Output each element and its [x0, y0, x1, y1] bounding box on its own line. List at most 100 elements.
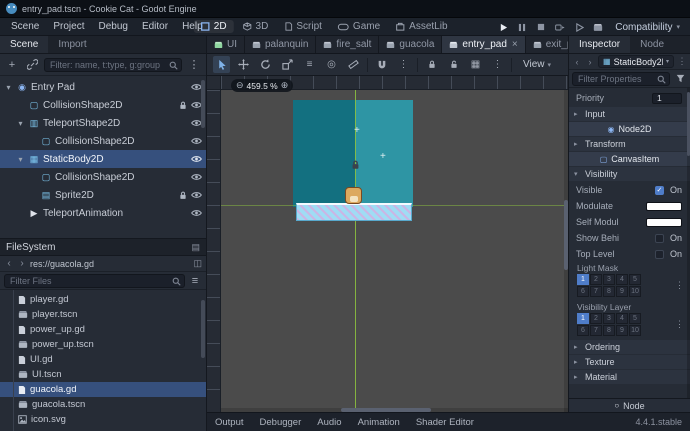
visibility-layer-bit[interactable]: 10 [629, 325, 641, 336]
file-row[interactable]: icon.svg [0, 412, 206, 427]
play-button[interactable] [495, 20, 511, 34]
select-tool-button[interactable] [213, 56, 230, 73]
tree-row-static-body-selected[interactable]: ▾ ▦ StaticBody2D [0, 150, 206, 168]
visibility-layer-bit[interactable]: 6 [577, 325, 589, 336]
skeleton-options-menu[interactable]: ⋮ [489, 56, 506, 73]
movie-maker-button[interactable] [590, 20, 606, 34]
visibility-layer-bit[interactable]: 7 [590, 325, 602, 336]
tree-row-collision-shape[interactable]: ▢ CollisionShape2D [0, 96, 206, 114]
inspector-back-button[interactable]: ‹ [572, 57, 582, 67]
expander-icon[interactable]: ▾ [16, 155, 25, 164]
bottom-tab-audio[interactable]: Audio [309, 413, 349, 431]
file-row[interactable]: player.gd [0, 292, 206, 307]
inspector-options-menu[interactable]: ⋮ [677, 56, 687, 67]
inspector-forward-button[interactable]: › [585, 57, 595, 67]
rotate-tool-button[interactable] [257, 56, 274, 73]
light-mask-bit[interactable]: 7 [590, 286, 602, 297]
menu-debug[interactable]: Debug [91, 18, 134, 36]
file-row[interactable]: player.tscn [0, 307, 206, 322]
bottom-tab-animation[interactable]: Animation [350, 413, 408, 431]
visibility-layer-bit[interactable]: 4 [616, 313, 628, 324]
scene-tab-guacola[interactable]: guacola [379, 36, 442, 53]
node-bottom-button[interactable]: ○ Node [569, 398, 690, 412]
smart-snap-button[interactable] [373, 56, 390, 73]
section-texture[interactable]: ▸ Texture [569, 355, 690, 369]
visibility-toggle[interactable] [191, 155, 202, 163]
section-transform[interactable]: ▸ Transform [569, 137, 690, 151]
history-forward-button[interactable]: › [17, 258, 27, 269]
visibility-layer-bit[interactable]: 2 [590, 313, 602, 324]
visibility-layer-bit[interactable]: 8 [603, 325, 615, 336]
lock-toggle[interactable] [179, 101, 187, 110]
edited-node-dropdown[interactable]: ▦ StaticBody2D ▾ [598, 55, 674, 68]
bottom-tab-debugger[interactable]: Debugger [252, 413, 310, 431]
self-modulate-color-swatch[interactable] [646, 218, 682, 227]
file-filter-input[interactable] [4, 274, 185, 288]
menu-project[interactable]: Project [46, 18, 91, 36]
current-path[interactable]: res://guacola.gd [30, 259, 190, 269]
menu-scene[interactable]: Scene [4, 18, 46, 36]
light-mask-bit[interactable]: 8 [603, 286, 615, 297]
tab-inspector[interactable]: Inspector [569, 36, 630, 53]
expander-icon[interactable]: ▾ [16, 119, 25, 128]
scene-tab-fire-salt[interactable]: fire_salt [316, 36, 379, 53]
view-menu[interactable]: View ▾ [517, 58, 557, 71]
visibility-toggle[interactable] [191, 173, 202, 181]
modulate-color-swatch[interactable] [646, 202, 682, 211]
tab-scene[interactable]: Scene [0, 36, 48, 53]
visibility-layer-bit[interactable]: 5 [629, 313, 641, 324]
light-mask-options-menu[interactable]: ⋮ [675, 280, 684, 291]
lock-node-button[interactable] [423, 56, 440, 73]
pivot-tool-button[interactable]: ◎ [323, 56, 340, 73]
visibility-layer-bit[interactable]: 3 [603, 313, 615, 324]
move-tool-button[interactable] [235, 56, 252, 73]
tree-row-teleport-shape[interactable]: ▾ ▥ TeleportShape2D [0, 114, 206, 132]
section-input[interactable]: ▸ Input [569, 107, 690, 121]
menu-editor[interactable]: Editor [135, 18, 175, 36]
light-mask-bit[interactable]: 1 [577, 274, 589, 285]
lock-toggle[interactable] [179, 191, 187, 200]
play-custom-scene-button[interactable] [571, 20, 587, 34]
visibility-toggle[interactable] [191, 191, 202, 199]
file-list-scrollbar[interactable] [201, 300, 205, 358]
file-row[interactable]: UI.tscn [0, 367, 206, 382]
file-row[interactable]: UI.gd [0, 352, 206, 367]
bottom-tab-output[interactable]: Output [207, 413, 252, 431]
visibility-layer-bit[interactable]: 9 [616, 325, 628, 336]
workspace-assetlib-button[interactable]: AssetLib [389, 20, 454, 33]
tree-row-collision-shape[interactable]: ▢ CollisionShape2D [0, 132, 206, 150]
history-back-button[interactable]: ‹ [4, 258, 14, 269]
tree-row-teleport-animation[interactable]: ▶ TeleportAnimation [0, 204, 206, 222]
light-mask-bit[interactable]: 5 [629, 274, 641, 285]
tree-row-collision-shape[interactable]: ▢ CollisionShape2D [0, 168, 206, 186]
instance-scene-button[interactable] [24, 57, 40, 73]
section-visibility[interactable]: ▾ Visibility [569, 167, 690, 181]
selectable-nodes-list-button[interactable]: ≡ [301, 56, 318, 73]
file-row[interactable]: power_up.tscn [0, 337, 206, 352]
scene-tree-scrollbar[interactable] [201, 80, 205, 128]
visible-checkbox[interactable]: ✓ [655, 186, 664, 195]
workspace-game-button[interactable]: Game [331, 20, 387, 33]
close-tab-icon[interactable]: × [512, 39, 518, 50]
dock-options-icon[interactable]: ▤ [191, 242, 200, 253]
section-ordering[interactable]: ▸ Ordering [569, 340, 690, 354]
snap-options-menu[interactable]: ⋮ [395, 56, 412, 73]
bottom-tab-shader-editor[interactable]: Shader Editor [408, 413, 482, 431]
light-mask-bit[interactable]: 2 [590, 274, 602, 285]
tab-import[interactable]: Import [48, 36, 96, 53]
scene-filter-input[interactable] [44, 58, 182, 72]
zoom-out-button[interactable]: ⊖ [236, 79, 244, 92]
light-mask-bit[interactable]: 4 [616, 274, 628, 285]
renderer-select[interactable]: Compatibility ▾ [609, 21, 686, 34]
play-scene-button[interactable] [552, 20, 568, 34]
tree-row-sprite[interactable]: ▤ Sprite2D [0, 186, 206, 204]
file-row[interactable]: guacola.tscn [0, 397, 206, 412]
scene-tab-ui[interactable]: UI [207, 36, 245, 53]
expander-icon[interactable]: ▾ [4, 83, 13, 92]
visibility-toggle[interactable] [191, 209, 202, 217]
tab-node[interactable]: Node [630, 36, 674, 53]
light-mask-bit[interactable]: 6 [577, 286, 589, 297]
sort-files-icon[interactable]: ≡ [188, 273, 202, 289]
file-row-selected[interactable]: guacola.gd [0, 382, 206, 397]
section-material[interactable]: ▸ Material [569, 370, 690, 384]
